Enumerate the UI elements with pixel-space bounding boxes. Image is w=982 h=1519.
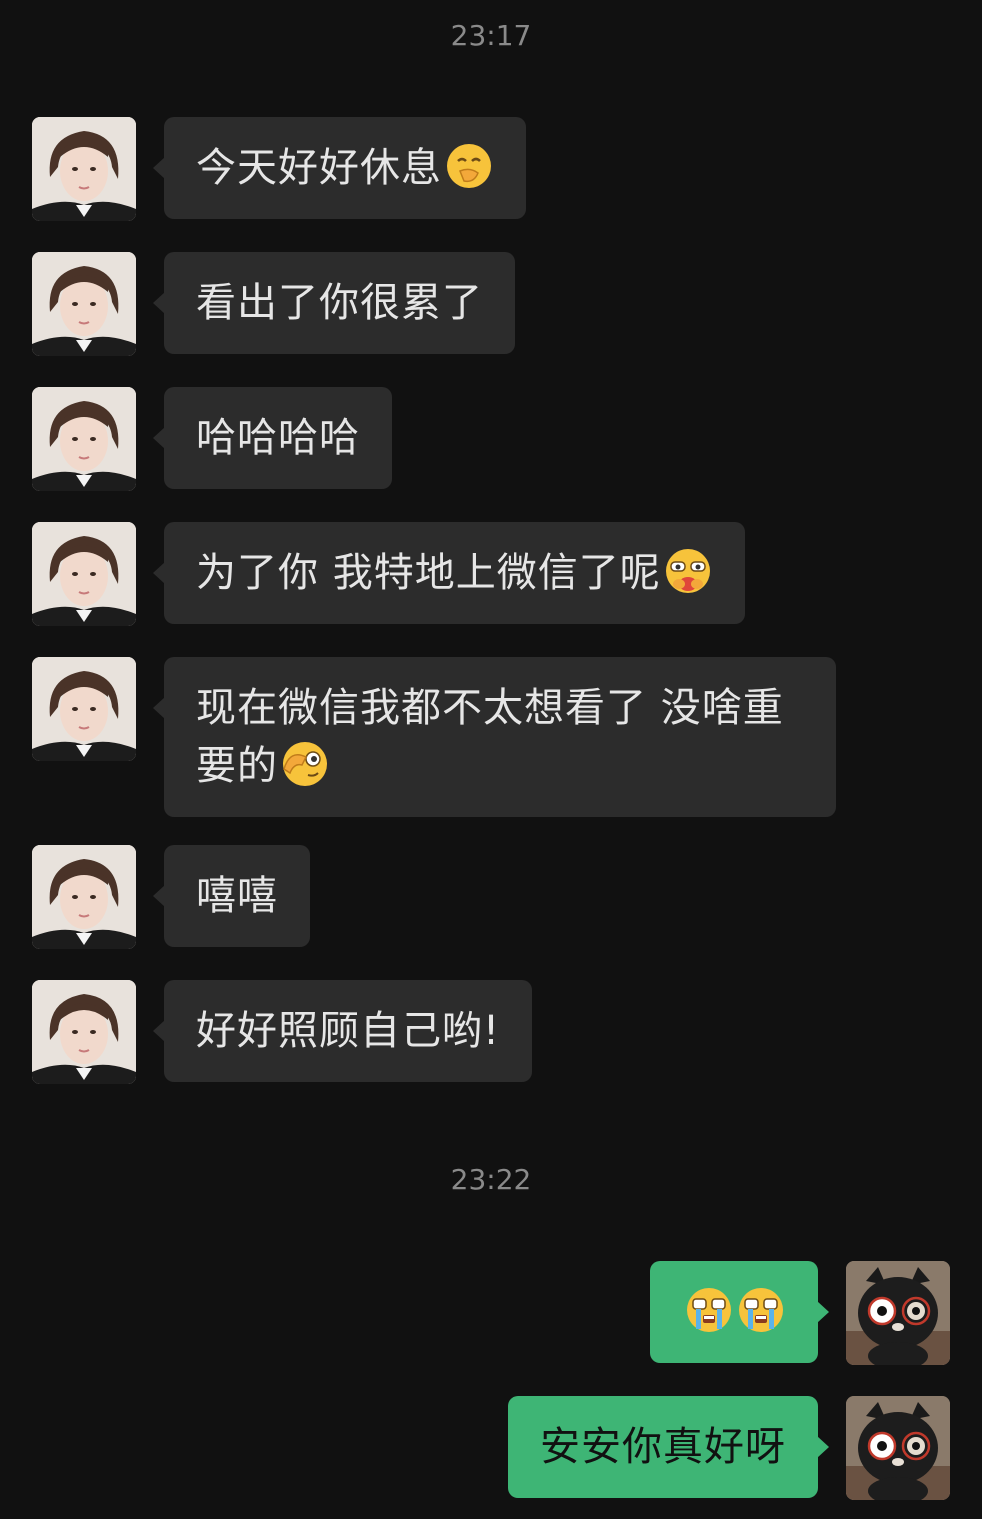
message-bubble[interactable]: 今天好好休息	[153, 117, 526, 219]
facepalm-peek-emoji	[280, 739, 330, 789]
message-text: 今天好好休息	[196, 145, 442, 191]
message-text: 好好照顾自己哟!	[196, 1008, 501, 1054]
my-avatar[interactable]	[846, 1396, 950, 1500]
hand-over-mouth-emoji	[444, 141, 494, 191]
my-avatar[interactable]	[846, 1261, 950, 1365]
message-text: 哈哈哈哈	[196, 415, 360, 461]
contact-avatar[interactable]	[32, 845, 136, 949]
message-bubble[interactable]: 好好照顾自己哟!	[152, 980, 533, 1082]
message-text: 嘻嘻	[196, 873, 278, 919]
contact-avatar[interactable]	[32, 657, 136, 761]
crying-emoji	[736, 1285, 786, 1335]
timestamp: 23:22	[450, 1163, 532, 1196]
message-bubble[interactable]: 现在微信我都不太想看了 没啥重要的	[153, 657, 836, 817]
timestamp: 23:17	[450, 19, 532, 52]
message-text: 看出了你很累了	[196, 280, 483, 326]
message-text: 安安你真好呀	[540, 1424, 786, 1470]
message-bubble[interactable]: 看出了你很累了	[153, 252, 515, 354]
message-bubble[interactable]	[650, 1261, 829, 1363]
contact-avatar[interactable]	[32, 117, 136, 221]
contact-avatar[interactable]	[32, 522, 136, 626]
blushing-hug-emoji	[663, 546, 713, 596]
message-bubble[interactable]: 嘻嘻	[153, 845, 310, 947]
contact-avatar[interactable]	[32, 387, 136, 491]
message-bubble[interactable]: 哈哈哈哈	[153, 387, 392, 489]
message-text: 为了你 我特地上微信了呢	[196, 550, 661, 596]
contact-avatar[interactable]	[32, 252, 136, 356]
crying-emoji	[684, 1285, 734, 1335]
message-bubble[interactable]: 安安你真好呀	[508, 1396, 829, 1498]
message-bubble[interactable]: 为了你 我特地上微信了呢	[153, 522, 745, 624]
contact-avatar[interactable]	[32, 980, 136, 1084]
